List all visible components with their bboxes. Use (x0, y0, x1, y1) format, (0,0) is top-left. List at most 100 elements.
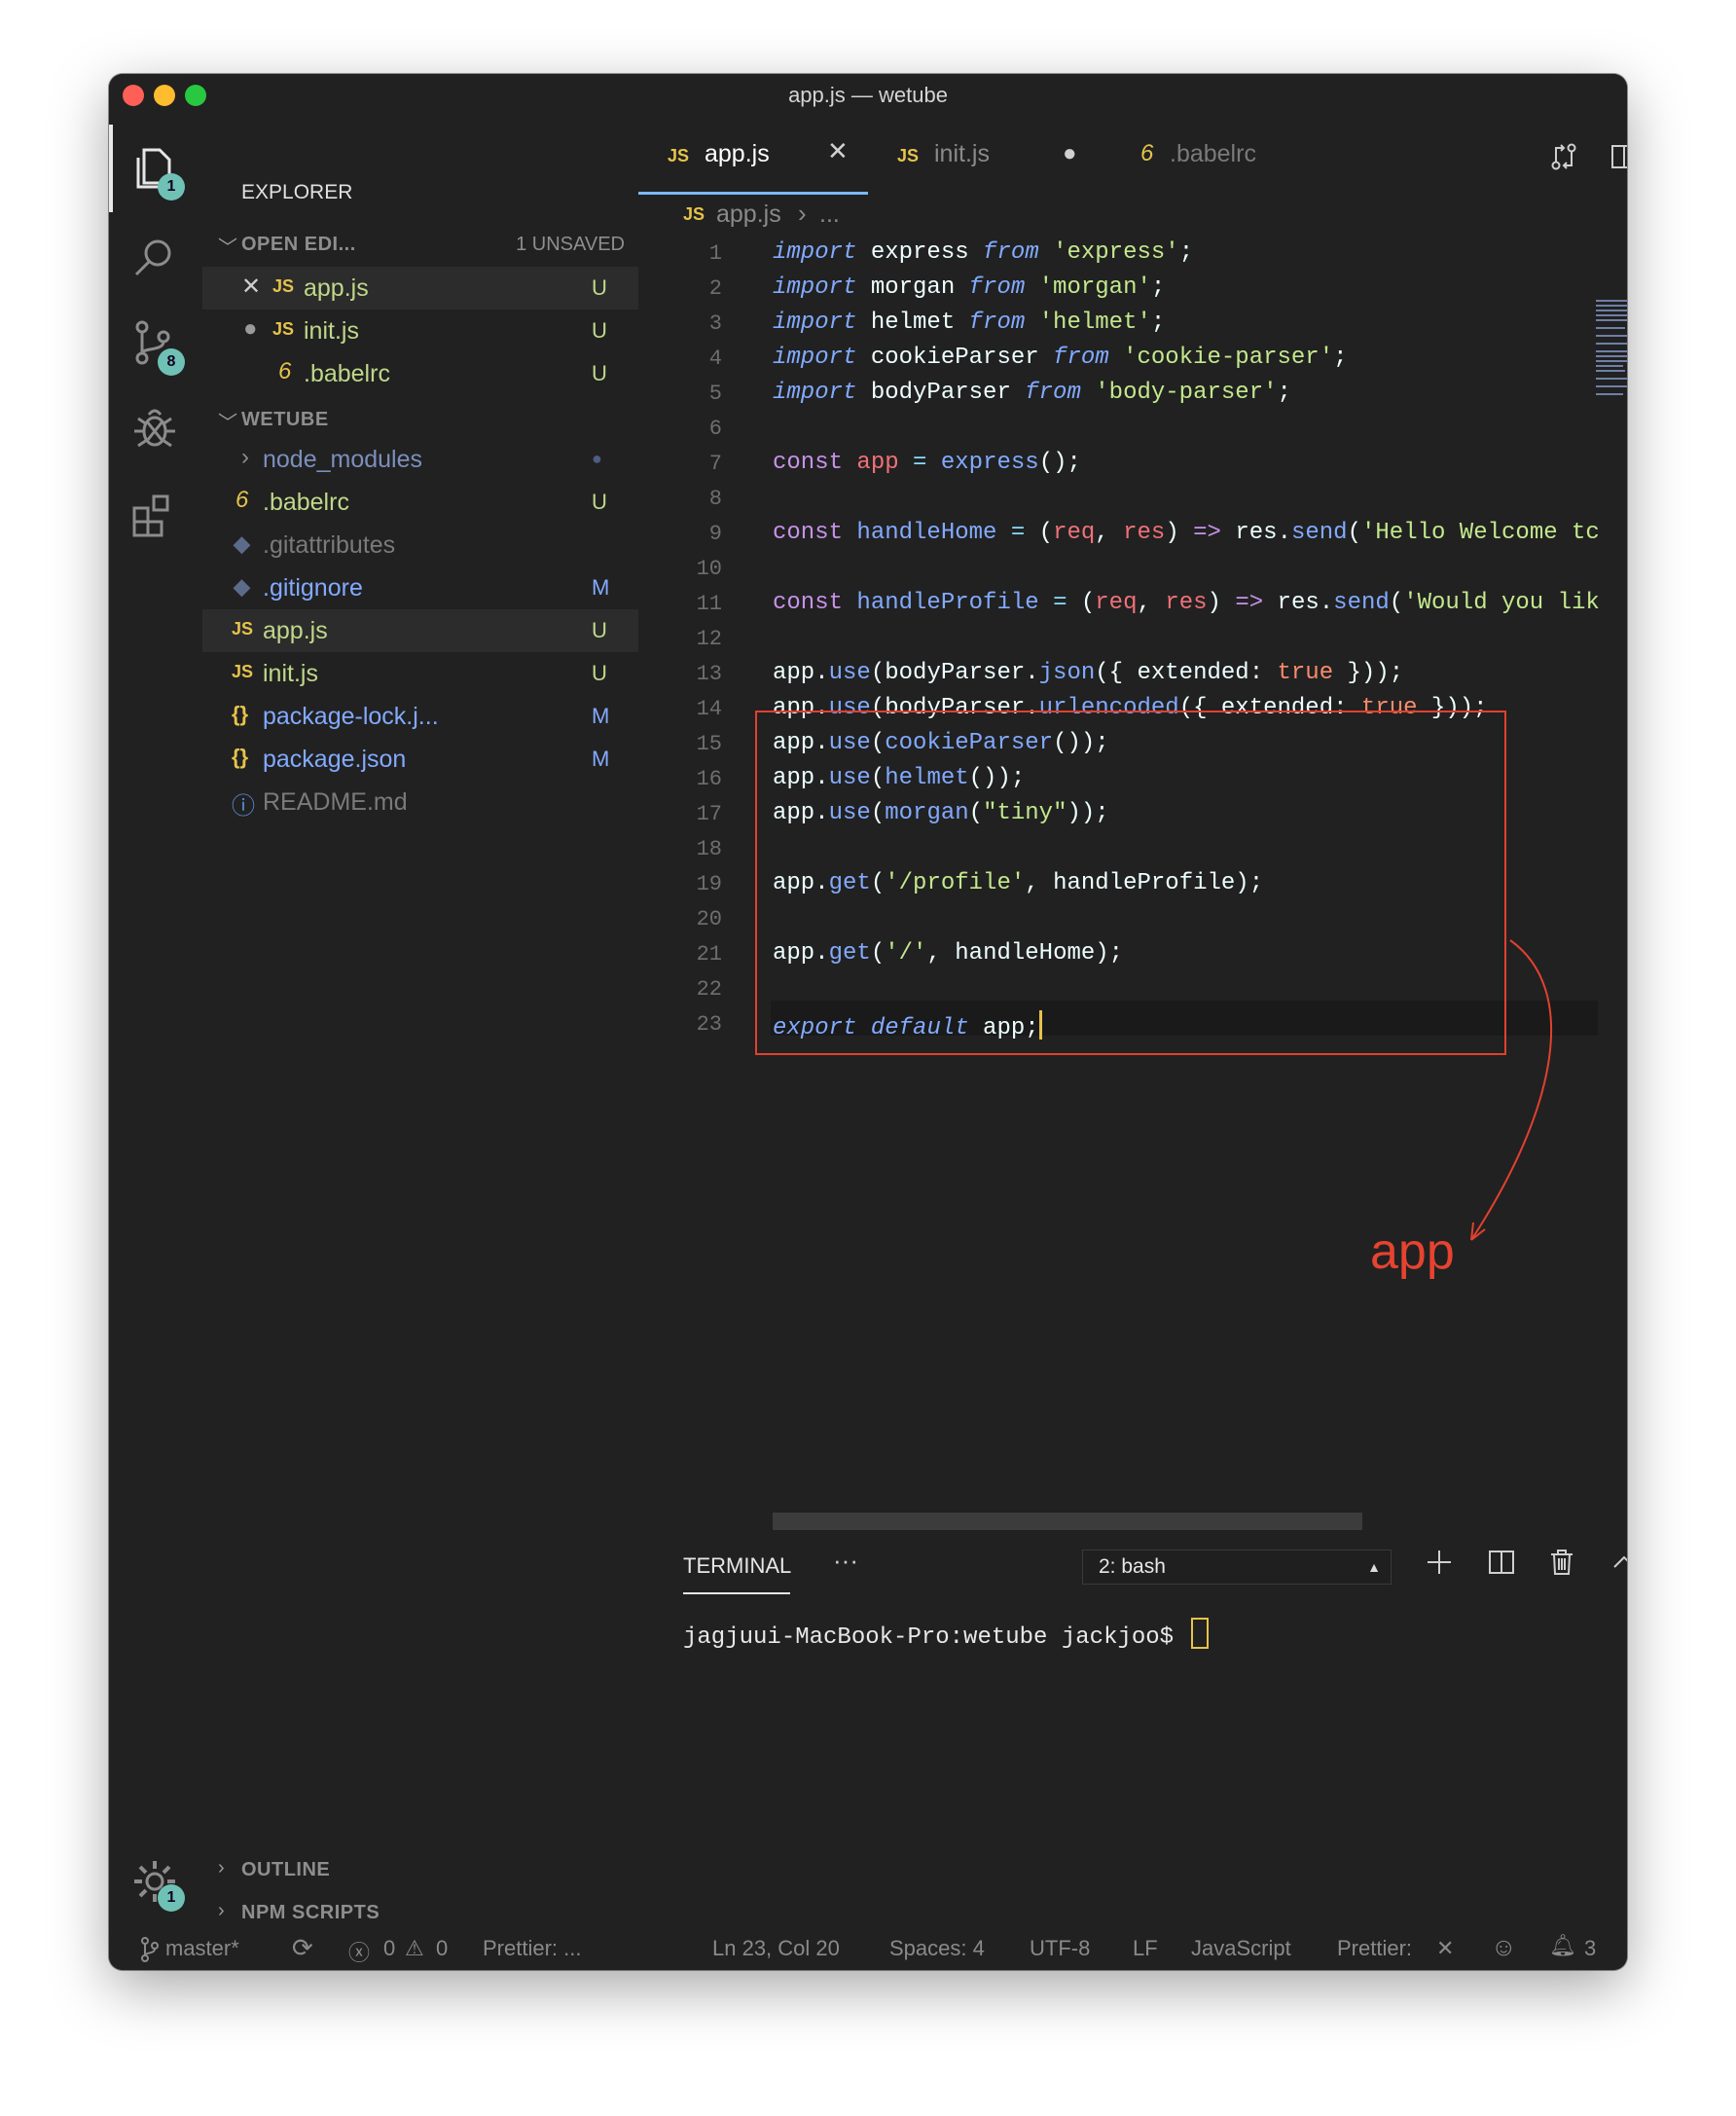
git-status: M (592, 747, 610, 771)
code-line[interactable]: const app = express(); (773, 450, 1081, 476)
line-number: 11 (696, 592, 722, 616)
horizontal-scrollbar[interactable] (773, 1513, 1362, 1530)
breadcrumb-rest[interactable]: ... (819, 201, 840, 229)
file-item[interactable]: ◆ .gitignore M (202, 566, 638, 609)
code-line[interactable]: const handleProfile = (req, res) => res.… (773, 590, 1600, 616)
error-count[interactable]: 0 (383, 1936, 395, 1961)
code-line[interactable]: import helmet from 'helmet'; (773, 310, 1165, 336)
line-number: 19 (696, 872, 722, 896)
file-name: .babelrc (263, 489, 349, 516)
source-control-badge: 8 (158, 348, 185, 376)
js-file-icon: JS (668, 146, 690, 165)
open-editor-item[interactable]: 6 .babelrc U (202, 352, 638, 395)
code-line[interactable]: import cookieParser from 'cookie-parser'… (773, 345, 1348, 371)
line-number: 17 (696, 802, 722, 826)
unsaved-dot-icon[interactable]: ● (1063, 140, 1077, 167)
sync-icon[interactable]: ⟳ (292, 1933, 313, 1963)
line-number: 15 (696, 732, 722, 756)
terminal-shell-select[interactable]: 2: bash ▲ (1082, 1550, 1392, 1585)
explorer-badge: 1 (158, 173, 185, 201)
terminal-more-icon[interactable]: ··· (833, 1546, 858, 1576)
source-control-activity[interactable]: 8 (109, 300, 202, 387)
file-name: package.json (263, 746, 407, 773)
search-icon (134, 239, 171, 276)
terminal-prompt-text: jagjuui-MacBook-Pro:wetube jackjoo$ (683, 1624, 1188, 1651)
open-changes-icon[interactable] (1549, 142, 1578, 171)
npm-scripts-section[interactable]: › NPM SCRIPTS (202, 1892, 638, 1931)
settings-activity[interactable]: 1 (109, 1838, 202, 1925)
tab-app-js[interactable]: JS app.js ✕ (638, 117, 868, 195)
breadcrumb-file[interactable]: app.js (716, 201, 781, 229)
git-status: M (592, 575, 610, 600)
file-item[interactable]: ⓘ README.md (202, 781, 638, 823)
code-line[interactable]: import bodyParser from 'body-parser'; (773, 380, 1291, 406)
terminal-prompt[interactable]: jagjuui-MacBook-Pro:wetube jackjoo$ (683, 1618, 1210, 1651)
git-branch[interactable]: master* (165, 1936, 239, 1961)
project-section[interactable]: ﹀ WETUBE (202, 399, 638, 438)
prettier-status-right[interactable]: Prettier: (1337, 1936, 1412, 1961)
file-name: package-lock.j... (263, 703, 439, 730)
unsaved-count: 1 UNSAVED (516, 234, 625, 255)
file-name: README.md (263, 788, 408, 816)
terminal-tab[interactable]: TERMINAL (683, 1553, 791, 1594)
js-file-icon: JS (232, 662, 254, 681)
plus-icon[interactable] (1425, 1548, 1454, 1577)
file-item[interactable]: {} package.json M (202, 738, 638, 781)
debug-activity[interactable] (109, 385, 202, 473)
split-editor-icon[interactable] (1609, 142, 1627, 171)
terminal-cursor (1191, 1618, 1210, 1649)
code-line[interactable]: import express from 'express'; (773, 239, 1193, 266)
feedback-smiley-icon[interactable]: ☺ (1491, 1932, 1517, 1962)
file-item[interactable]: {} package-lock.j... M (202, 695, 638, 738)
file-item[interactable]: 6 .babelrc U (202, 481, 638, 524)
file-item[interactable]: JS init.js U (202, 652, 638, 695)
close-icon[interactable]: ✕ (241, 273, 261, 301)
folder-item[interactable]: › node_modules ● (202, 438, 638, 481)
open-editor-item[interactable]: ✕ JS app.js U (202, 267, 638, 310)
search-activity[interactable] (109, 214, 202, 302)
outline-label: OUTLINE (241, 1859, 331, 1880)
file-name: app.js (263, 617, 328, 644)
chevron-up-icon[interactable] (1609, 1548, 1627, 1577)
line-ending[interactable]: LF (1133, 1936, 1158, 1961)
tab-babelrc[interactable]: 6 .babelrc (1102, 117, 1296, 195)
settings-badge: 1 (158, 1884, 185, 1912)
line-number: 21 (696, 942, 722, 967)
annotation-arrow (1470, 939, 1553, 1241)
code-line[interactable]: app.use(bodyParser.json({ extended: true… (773, 660, 1403, 686)
code-line[interactable]: import morgan from 'morgan'; (773, 274, 1165, 301)
split-terminal-icon[interactable] (1487, 1548, 1516, 1577)
notification-count[interactable]: 3 (1584, 1936, 1596, 1961)
line-number: 20 (696, 907, 722, 931)
open-editor-item[interactable]: ● JS init.js U (202, 310, 638, 352)
file-item[interactable]: JS app.js U (202, 609, 638, 652)
file-item[interactable]: ◆ .gitattributes (202, 524, 638, 566)
outline-section[interactable]: › OUTLINE (202, 1849, 638, 1888)
encoding[interactable]: UTF-8 (1030, 1936, 1090, 1961)
chevron-right-icon: › (798, 199, 807, 228)
bell-icon[interactable]: 🔔︎ (1549, 1933, 1576, 1958)
error-icon[interactable]: ⓧ (348, 1936, 370, 1967)
explorer-activity[interactable]: 1 (109, 125, 202, 212)
js-file-icon: JS (683, 204, 705, 224)
js-file-icon: JS (272, 276, 295, 296)
tab-init-js[interactable]: JS init.js ● (868, 117, 1102, 195)
json-file-icon: {} (232, 702, 249, 726)
chevron-down-icon: ﹀ (218, 413, 237, 434)
close-icon[interactable]: ✕ (827, 136, 849, 166)
open-editors-section[interactable]: ﹀ OPEN EDI... 1 UNSAVED (202, 224, 638, 263)
prettier-status-left[interactable]: Prettier: ... (483, 1936, 581, 1961)
code-line[interactable]: const handleHome = (req, res) => res.sen… (773, 520, 1600, 546)
warning-icon[interactable]: ⚠ (405, 1936, 424, 1961)
line-number: 10 (696, 557, 722, 581)
minimap[interactable] (1596, 300, 1627, 397)
trash-icon[interactable] (1547, 1548, 1576, 1577)
indentation[interactable]: Spaces: 4 (889, 1936, 985, 1961)
cursor-position[interactable]: Ln 23, Col 20 (712, 1936, 840, 1961)
open-editor-name: app.js (304, 274, 369, 302)
extensions-activity[interactable] (109, 471, 202, 559)
language-mode[interactable]: JavaScript (1191, 1936, 1291, 1961)
warning-count[interactable]: 0 (436, 1936, 448, 1961)
line-number: 6 (708, 417, 722, 441)
git-file-icon: ◆ (234, 531, 250, 556)
